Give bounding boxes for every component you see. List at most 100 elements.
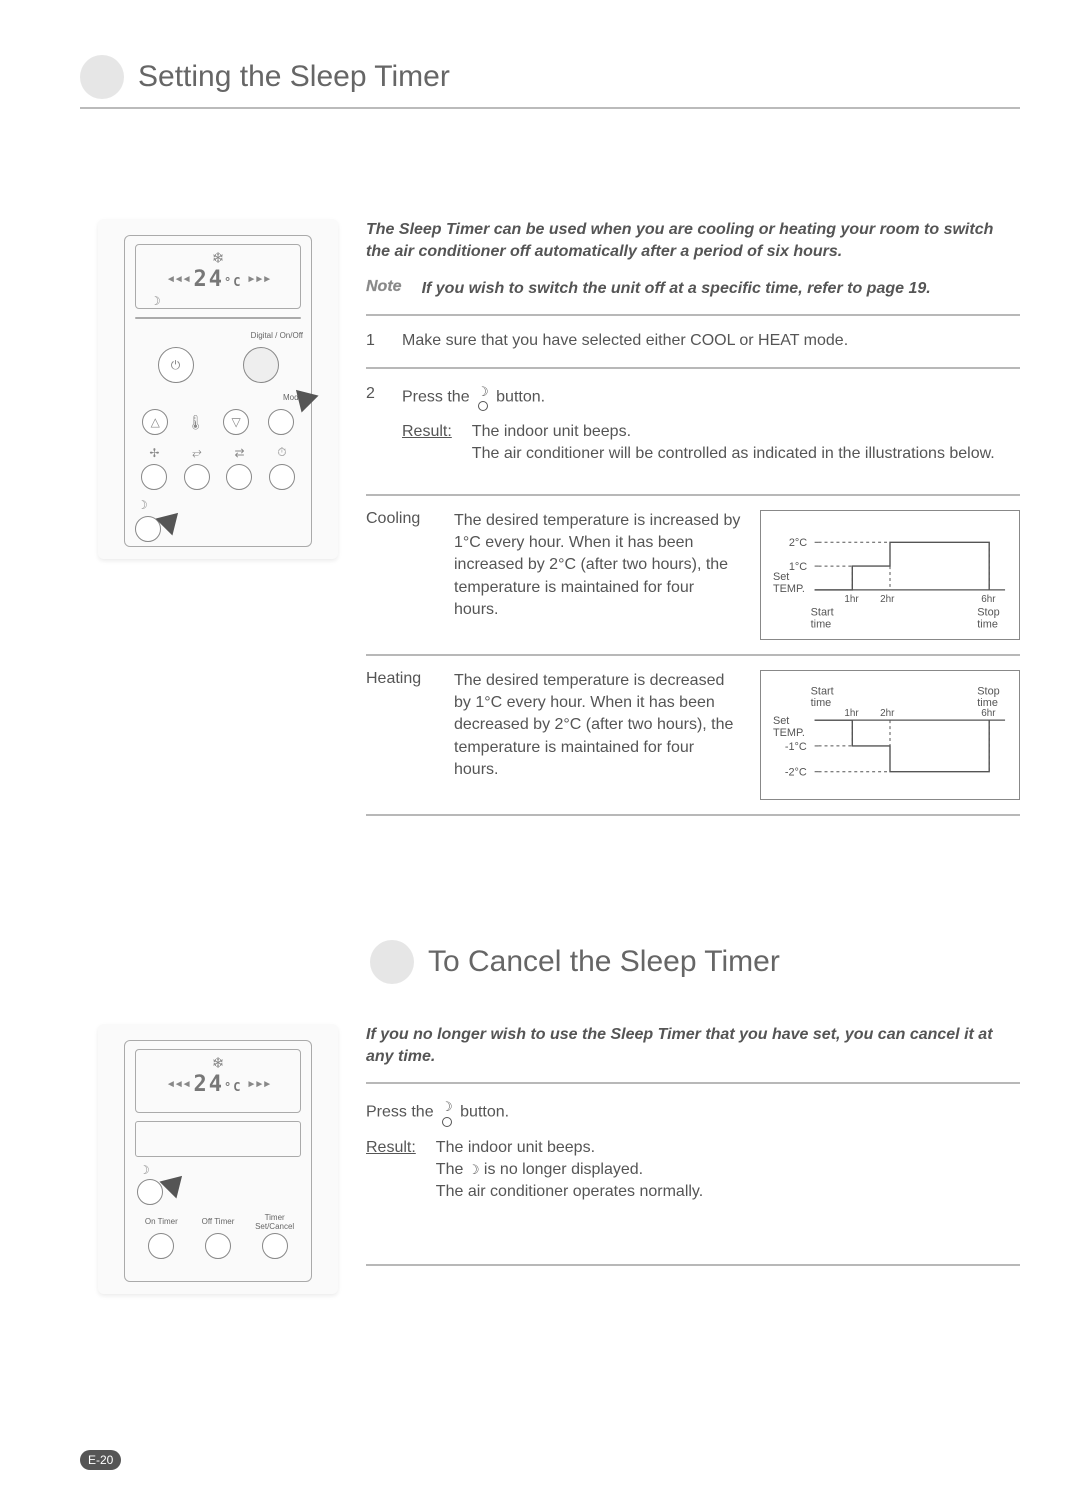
sleep-button-icon: ☽ bbox=[441, 1098, 453, 1126]
svg-text:6hr: 6hr bbox=[981, 708, 996, 719]
snowflake-icon: ❄ bbox=[212, 249, 225, 267]
cooling-chart: Set TEMP. 2°C 1°C 1hr bbox=[760, 510, 1020, 640]
heating-label: Heating bbox=[366, 670, 436, 800]
temp-down-button[interactable]: ▽ bbox=[223, 409, 249, 435]
onoff-button[interactable] bbox=[243, 347, 279, 383]
sleep-button[interactable] bbox=[137, 1179, 163, 1205]
display-temp: 24°C bbox=[194, 1072, 243, 1097]
section2-content: If you no longer wish to use the Sleep T… bbox=[366, 1024, 1020, 1294]
svg-text:Stop: Stop bbox=[977, 606, 999, 618]
timer-icon: ⏱ bbox=[277, 445, 286, 460]
bars-right-icon: ►►► bbox=[246, 1079, 270, 1090]
svg-text:2hr: 2hr bbox=[880, 708, 895, 719]
divider bbox=[366, 494, 1020, 496]
svg-text:TEMP.: TEMP. bbox=[773, 582, 805, 594]
off-timer-label: Off Timer bbox=[190, 1217, 246, 1226]
mode-button[interactable] bbox=[268, 409, 294, 435]
power-button[interactable]: ⏻ bbox=[158, 347, 194, 383]
svg-text:Set: Set bbox=[773, 571, 789, 583]
result-block: Result: The indoor unit beeps. The ☽ is … bbox=[330, 1137, 1020, 1204]
on-timer-button[interactable] bbox=[148, 1233, 174, 1259]
result-text: The indoor unit beeps. The ☽ is no longe… bbox=[436, 1137, 703, 1204]
svg-text:2°C: 2°C bbox=[789, 537, 807, 549]
sleep-icon: ☽ bbox=[137, 498, 148, 512]
svg-text:Set: Set bbox=[773, 715, 789, 727]
svg-text:time: time bbox=[811, 697, 832, 709]
note-label: Note bbox=[366, 278, 402, 300]
thermometer-icon: 🌡 bbox=[187, 414, 205, 431]
svg-text:-2°C: -2°C bbox=[785, 766, 807, 778]
cooling-label: Cooling bbox=[366, 510, 436, 640]
remote-display: ❄ ◄◄◄ 24°C ►►► bbox=[135, 1049, 301, 1113]
svg-text:-1°C: -1°C bbox=[785, 740, 807, 752]
airflow-button[interactable] bbox=[226, 464, 252, 490]
sleep-icon: ☽ bbox=[150, 294, 161, 308]
note-block: Note If you wish to switch the unit off … bbox=[366, 278, 1020, 300]
divider bbox=[366, 1082, 1020, 1084]
section2-body: ❄ ◄◄◄ 24°C ►►► ☽ bbox=[80, 1024, 1020, 1294]
heating-block: Heating The desired temperature is decre… bbox=[366, 670, 1020, 800]
airflow-icon: ⇄ bbox=[234, 446, 244, 460]
sleep-button-icon: ☽ bbox=[477, 383, 489, 411]
temp-up-button[interactable]: △ bbox=[142, 409, 168, 435]
note-text: If you wish to switch the unit off at a … bbox=[422, 278, 931, 300]
timer-button[interactable] bbox=[269, 464, 295, 490]
result-block: Result: The indoor unit beeps. The air c… bbox=[366, 421, 1020, 466]
remote-illustration-2: ❄ ◄◄◄ 24°C ►►► ☽ bbox=[80, 1024, 338, 1294]
svg-text:Start: Start bbox=[811, 606, 834, 618]
svg-text:1hr: 1hr bbox=[844, 593, 859, 604]
snowflake-icon: ❄ bbox=[212, 1054, 225, 1072]
step-text: Make sure that you have selected either … bbox=[402, 330, 848, 352]
swing-button[interactable] bbox=[184, 464, 210, 490]
section-heading-2: To Cancel the Sleep Timer bbox=[370, 940, 1020, 984]
page-number: E-20 bbox=[80, 1450, 121, 1470]
step-number: 2 bbox=[366, 383, 382, 411]
step-2: 2 Press the ☽ button. bbox=[366, 383, 1020, 411]
heading-text: Setting the Sleep Timer bbox=[138, 60, 450, 94]
step-1: 1 Make sure that you have selected eithe… bbox=[366, 330, 1020, 352]
set-cancel-button[interactable] bbox=[262, 1233, 288, 1259]
remote-blank-panel bbox=[135, 1121, 301, 1157]
swing-icon: ⥂ bbox=[192, 445, 202, 460]
heading-text: To Cancel the Sleep Timer bbox=[428, 945, 780, 979]
section1-body: ❄ ◄◄◄ 24°C ►►► ☽ Digital / On/Off ⏻ bbox=[80, 219, 1020, 830]
fan-icon: ✢ bbox=[149, 446, 159, 460]
fan-button[interactable] bbox=[141, 464, 167, 490]
intro-text: The Sleep Timer can be used when you are… bbox=[366, 219, 1020, 264]
step-text: Press the ☽ button. bbox=[366, 1098, 509, 1126]
divider bbox=[366, 1264, 1020, 1266]
svg-text:6hr: 6hr bbox=[981, 593, 996, 604]
divider bbox=[366, 367, 1020, 369]
result-text: The indoor unit beeps. The air condition… bbox=[472, 421, 995, 466]
heading-bullet bbox=[80, 55, 124, 99]
cooling-block: Cooling The desired temperature is incre… bbox=[366, 510, 1020, 640]
step-number: 1 bbox=[366, 330, 382, 352]
bars-right-icon: ►►► bbox=[246, 274, 270, 285]
divider bbox=[366, 314, 1020, 316]
on-timer-label: On Timer bbox=[133, 1217, 189, 1226]
result-label: Result: bbox=[366, 1137, 416, 1204]
heating-chart: Set TEMP. -1°C -2°C 1hr 2hr 6hr Start bbox=[760, 670, 1020, 800]
svg-text:time: time bbox=[811, 618, 832, 630]
svg-text:2hr: 2hr bbox=[880, 593, 895, 604]
result-label: Result: bbox=[402, 421, 452, 466]
remote-display: ❄ ◄◄◄ 24°C ►►► ☽ bbox=[135, 244, 301, 309]
section-heading-1: Setting the Sleep Timer bbox=[80, 55, 1020, 109]
step-text: Press the ☽ button. bbox=[402, 383, 545, 411]
heating-text: The desired temperature is decreased by … bbox=[454, 670, 742, 800]
heading-bullet bbox=[370, 940, 414, 984]
intro-text: If you no longer wish to use the Sleep T… bbox=[366, 1024, 1020, 1069]
bars-left-icon: ◄◄◄ bbox=[166, 1079, 190, 1090]
digital-onoff-label: Digital / On/Off bbox=[251, 331, 303, 340]
svg-text:Start: Start bbox=[811, 685, 834, 697]
svg-text:1hr: 1hr bbox=[844, 708, 859, 719]
set-cancel-label: Timer Set/Cancel bbox=[247, 1213, 303, 1231]
divider bbox=[366, 654, 1020, 656]
cooling-text: The desired temperature is increased by … bbox=[454, 510, 742, 640]
display-temp: 24°C bbox=[194, 267, 243, 292]
bars-left-icon: ◄◄◄ bbox=[166, 274, 190, 285]
off-timer-button[interactable] bbox=[205, 1233, 231, 1259]
sleep-icon: ☽ bbox=[468, 1162, 480, 1177]
cancel-step: Press the ☽ button. bbox=[366, 1098, 1020, 1126]
divider bbox=[366, 814, 1020, 816]
